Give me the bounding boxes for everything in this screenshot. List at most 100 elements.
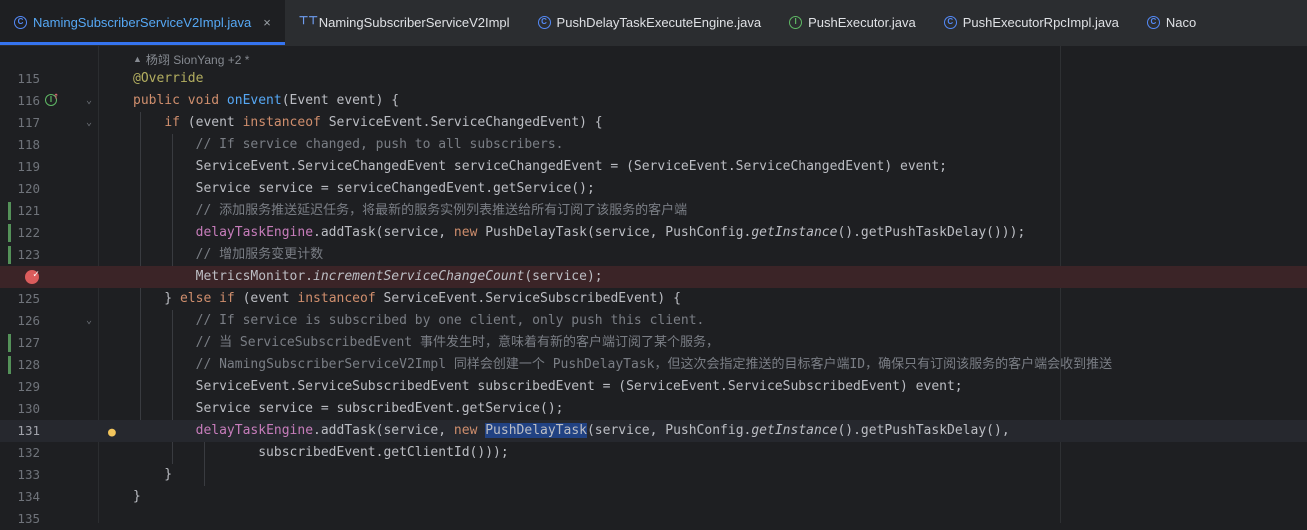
fold-chevron-icon[interactable]: ⌄ [86,310,92,332]
code-token: PushDelayTask(service, PushConfig. [477,225,752,240]
class-icon: C [943,16,957,29]
code-token: public void [133,93,227,108]
tab-2[interactable]: C PushDelayTaskExecuteEngine.java [524,0,776,45]
code-line[interactable]: 128 // NamingSubscriberServiceV2Impl 同样会… [0,354,1307,376]
lightbulb-icon[interactable]: ● [108,422,116,444]
tab-3[interactable]: I PushExecutor.java [775,0,930,45]
line-number[interactable]: 121 [0,200,40,222]
tab-1[interactable]: ⊤⊤ NamingSubscriberServiceV2Impl [285,0,524,45]
code-token: (event [234,291,298,306]
code-line[interactable]: 129 ServiceEvent.ServiceSubscribedEvent … [0,376,1307,398]
code-text: MetricsMonitor.incrementServiceChangeCou… [133,266,603,288]
line-number[interactable]: 128 [0,354,40,376]
tab-5[interactable]: C Naco [1133,0,1210,45]
tab-4[interactable]: C PushExecutorRpcImpl.java [930,0,1133,45]
test-structure-icon: ⊤⊤ [298,15,318,27]
line-number[interactable]: 126 [0,310,40,332]
class-icon: C [537,16,551,29]
vcs-change-marker[interactable] [8,334,11,352]
code-line[interactable]: 130 Service service = subscribedEvent.ge… [0,398,1307,420]
code-token: delayTaskEngine [195,423,314,438]
close-icon[interactable]: × [263,15,271,30]
person-icon: ▲ [133,54,142,64]
line-number[interactable]: 119 [0,156,40,178]
code-line[interactable]: 132 subscribedEvent.getClientId())); [0,442,1307,464]
author-inlay-hint[interactable]: ▲ 杨翊 SionYang +2 * [133,50,249,68]
line-number[interactable]: 117 [0,112,40,134]
line-number[interactable]: 133 [0,464,40,486]
code-token: // 增加服务变更计数 [195,247,324,262]
code-line[interactable]: 131 ● delayTaskEngine.addTask(service, ne… [0,420,1307,442]
code-line[interactable]: 123 // 增加服务变更计数 [0,244,1307,266]
code-text: // 添加服务推送延迟任务，将最新的服务实例列表推送给所有订阅了该服务的客户端 [133,200,687,222]
code-text: delayTaskEngine.addTask(service, new Pus… [133,222,1026,244]
line-number[interactable]: 116 [0,90,40,112]
code-line[interactable]: 117 ⌄ if (event instanceof ServiceEvent.S… [0,112,1307,134]
code-token: @Override [133,71,204,86]
line-number[interactable]: 122 [0,222,40,244]
code-line[interactable]: 121 // 添加服务推送延迟任务，将最新的服务实例列表推送给所有订阅了该服务的… [0,200,1307,222]
line-number[interactable]: 115 [0,68,40,90]
line-number[interactable]: 123 [0,244,40,266]
vcs-change-marker[interactable] [8,246,11,264]
tab-label: PushExecutor.java [808,15,916,30]
code-text: // 增加服务变更计数 [133,244,323,266]
line-number[interactable]: 130 [0,398,40,420]
code-text: } else if (event instanceof ServiceEvent… [133,288,681,310]
line-number[interactable]: 131 [0,420,40,442]
code-line[interactable]: 118 // If service changed, push to all s… [0,134,1307,156]
tab-label: NamingSubscriberServiceV2Impl.java [33,15,252,30]
code-text: subscribedEvent.getClientId())); [133,442,508,464]
code-token: PushDelayTask [485,423,587,438]
code-token: instanceof [297,291,376,306]
code-token: .addTask(service, [313,225,454,240]
code-token: ServiceEvent.ServiceChangedEvent) { [320,115,603,130]
line-number[interactable]: 127 [0,332,40,354]
code-line[interactable]: 126 ⌄ // If service is subscribed by one … [0,310,1307,332]
code-editor[interactable]: ▲ 杨翊 SionYang +2 * 115 @Override 116 ⌄ I ↑ pub… [0,46,1307,526]
code-text: Service service = serviceChangedEvent.ge… [133,178,595,200]
code-token: // 添加服务推送延迟任务，将最新的服务实例列表推送给所有订阅了该服务的客户端 [195,203,688,218]
code-line[interactable]: ✓ MetricsMonitor.incrementServiceChangeC… [0,266,1307,288]
editor-tab-bar: C NamingSubscriberServiceV2Impl.java × ⊤⊤ Na… [0,0,1307,47]
code-token: .addTask(service, [313,423,454,438]
fold-chevron-icon[interactable]: ⌄ [86,112,92,134]
line-number[interactable]: 132 [0,442,40,464]
line-number[interactable]: 118 [0,134,40,156]
line-number[interactable]: 135 [0,508,40,530]
code-line[interactable]: 122 delayTaskEngine.addTask(service, new… [0,222,1307,244]
code-token: ().getPushTaskDelay())); [837,225,1026,240]
line-number[interactable]: 125 [0,288,40,310]
code-line[interactable]: 135 [0,508,1307,530]
code-line[interactable]: 120 Service service = serviceChangedEven… [0,178,1307,200]
line-number[interactable]: 134 [0,486,40,508]
code-line[interactable]: 116 ⌄ I ↑ public void onEvent(Event event) { [0,90,1307,112]
code-line[interactable]: 119 ServiceEvent.ServiceChangedEvent ser… [0,156,1307,178]
tab-0[interactable]: C NamingSubscriberServiceV2Impl.java × [0,0,285,45]
tab-label: PushDelayTaskExecuteEngine.java [556,15,762,30]
code-text: } [133,486,141,508]
vcs-change-marker[interactable] [8,356,11,374]
fold-chevron-icon[interactable]: ⌄ [86,90,92,112]
code-token: delayTaskEngine [195,225,314,240]
line-number[interactable]: 120 [0,178,40,200]
code-text: ServiceEvent.ServiceChangedEvent service… [133,156,947,178]
code-line[interactable]: 125 } else if (event instanceof ServiceE… [0,288,1307,310]
code-text: ServiceEvent.ServiceSubscribedEvent subs… [133,376,963,398]
code-line[interactable]: 134} [0,486,1307,508]
line-number[interactable]: 129 [0,376,40,398]
code-token: else if [179,291,235,306]
code-text: // NamingSubscriberServiceV2Impl 同样会创建一个… [133,354,1113,376]
code-line[interactable]: 133 } [0,464,1307,486]
code-token: onEvent [226,93,282,108]
vcs-change-marker[interactable] [8,202,11,220]
code-token: incrementServiceChangeCount [313,269,525,284]
code-token: MetricsMonitor. [133,269,314,284]
code-line[interactable]: 127 // 当 ServiceSubscribedEvent 事件发生时，意味… [0,332,1307,354]
vcs-change-marker[interactable] [8,224,11,242]
code-line[interactable]: 115 @Override [0,68,1307,90]
